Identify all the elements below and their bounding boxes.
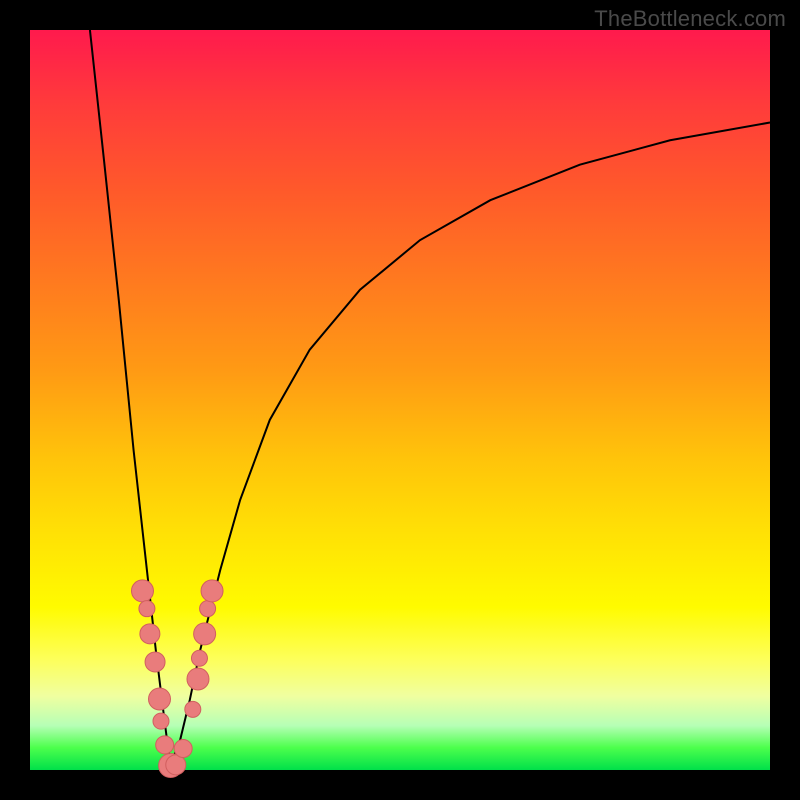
bead-marker	[131, 580, 153, 602]
bead-marker	[194, 623, 216, 645]
watermark-text: TheBottleneck.com	[594, 6, 786, 32]
bead-marker	[153, 713, 169, 729]
bead-marker	[139, 601, 155, 617]
chart-frame: TheBottleneck.com	[0, 0, 800, 800]
plot-area	[30, 30, 770, 770]
bead-marker	[149, 688, 171, 710]
bead-marker	[191, 650, 207, 666]
bead-marker	[156, 736, 174, 754]
bead-marker	[174, 740, 192, 758]
bead-marker	[185, 701, 201, 717]
chart-svg	[30, 30, 770, 770]
bead-marker	[145, 652, 165, 672]
bead-marker	[187, 668, 209, 690]
bead-marker	[201, 580, 223, 602]
beads-layer	[131, 580, 223, 778]
curve-right_branch	[171, 123, 770, 765]
bead-marker	[140, 624, 160, 644]
bead-marker	[200, 601, 216, 617]
